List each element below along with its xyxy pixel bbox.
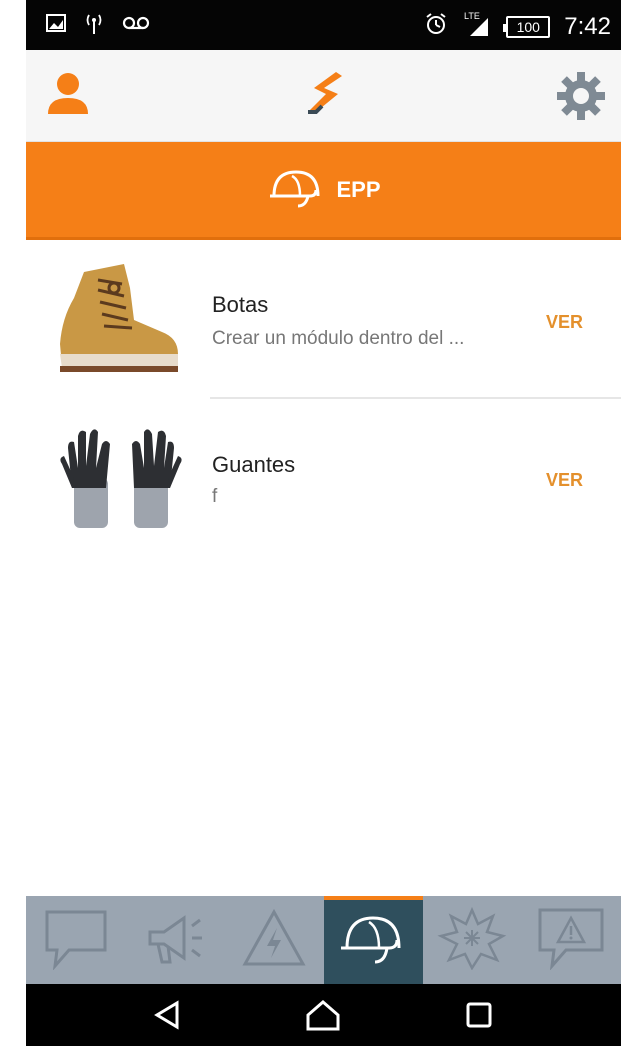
battery-icon: 100	[503, 15, 551, 38]
section-title: EPP	[336, 176, 381, 202]
section-header: EPP	[26, 142, 621, 240]
list-item-guantes[interactable]: Guantes f VER	[26, 400, 621, 558]
tab-announcements[interactable]	[125, 896, 224, 984]
hard-hat-icon	[266, 166, 326, 213]
epp-list: Botas Crear un módulo dentro del ... VER…	[26, 240, 621, 896]
voicemail-icon	[122, 16, 150, 35]
signal-broadcast-icon	[84, 12, 104, 39]
divider	[210, 397, 621, 399]
ver-button[interactable]: VER	[546, 470, 583, 491]
tab-epp[interactable]	[323, 896, 423, 984]
svg-text:LTE: LTE	[464, 11, 480, 21]
back-icon[interactable]	[148, 995, 188, 1035]
top-app-bar	[26, 50, 621, 142]
recent-apps-icon[interactable]	[459, 995, 499, 1035]
gloves-image	[54, 418, 184, 538]
item-title: Botas	[212, 292, 269, 317]
item-title: Guantes	[212, 452, 296, 477]
battery-level: 100	[516, 18, 540, 35]
status-time: 7:42	[564, 12, 611, 40]
ver-button[interactable]: VER	[546, 312, 583, 333]
tab-incidents[interactable]	[423, 896, 522, 984]
user-icon[interactable]	[38, 68, 98, 124]
lte-signal-icon: LTE	[462, 10, 492, 43]
image-icon	[46, 14, 66, 37]
tab-electric-hazard[interactable]	[224, 896, 323, 984]
system-navigation-bar	[26, 984, 621, 1046]
tab-chat[interactable]	[26, 896, 125, 984]
explosion-icon	[437, 906, 507, 975]
boot-image	[54, 258, 184, 378]
alarm-icon	[424, 12, 448, 41]
tab-alerts[interactable]	[522, 896, 621, 984]
gear-icon[interactable]	[553, 68, 609, 124]
electric-hazard-icon	[239, 906, 309, 975]
item-subtitle: Crear un módulo dentro del ...	[212, 328, 465, 349]
app-logo	[294, 66, 354, 126]
hard-hat-icon	[337, 910, 409, 971]
chat-icon	[41, 906, 111, 975]
status-bar: LTE 100 7:42	[26, 0, 621, 50]
home-icon[interactable]	[303, 995, 343, 1035]
megaphone-icon	[140, 906, 210, 975]
left-margin	[0, 0, 26, 1046]
list-item-botas[interactable]: Botas Crear un módulo dentro del ... VER	[26, 240, 621, 398]
bottom-tab-bar	[26, 896, 621, 984]
warning-message-icon	[536, 906, 606, 975]
item-subtitle: f	[212, 486, 218, 507]
